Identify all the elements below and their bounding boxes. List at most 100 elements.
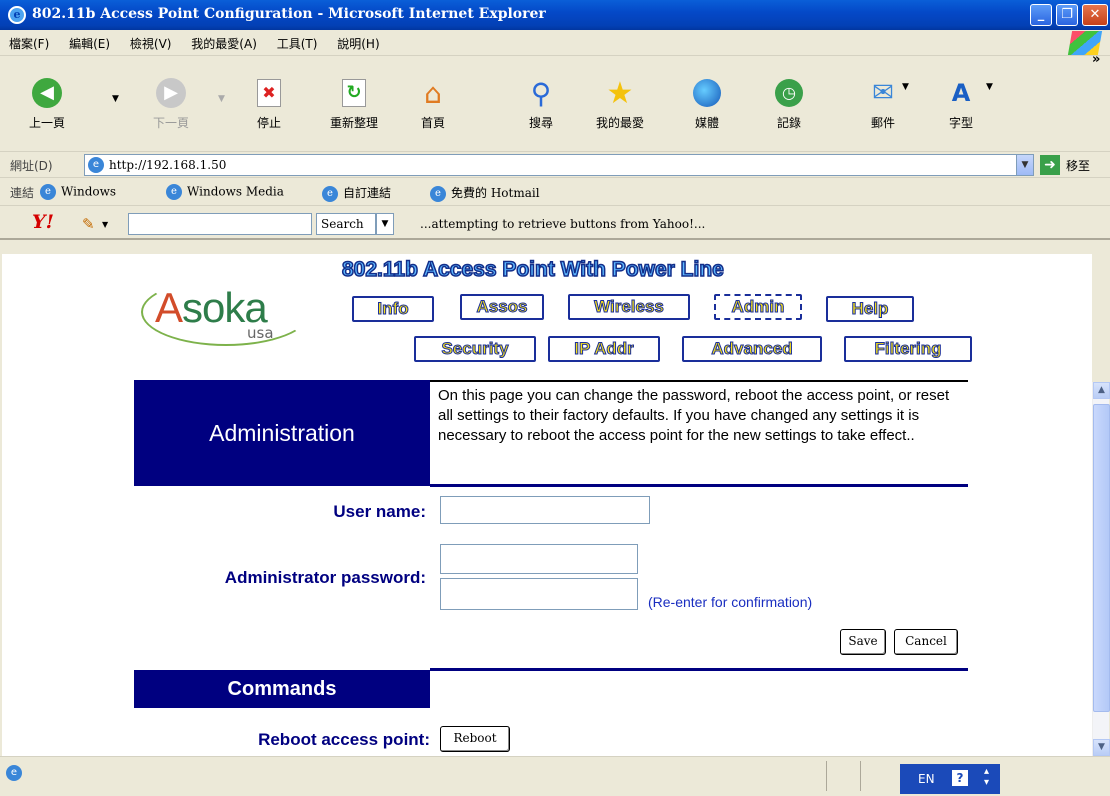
pencil-dropdown-icon[interactable]: ▼ [102, 220, 108, 229]
menu-view[interactable]: 檢視(V) [121, 30, 179, 52]
font-icon: A [951, 79, 971, 107]
media-icon [690, 76, 724, 110]
nav-wireless[interactable]: Wireless [568, 294, 690, 320]
stop-button[interactable]: ✖ 停止 [236, 76, 302, 131]
stop-icon: ✖ [252, 76, 286, 110]
commands-title: Commands [134, 670, 430, 708]
nav-security[interactable]: Security [414, 336, 536, 362]
ie-page-icon: e [166, 184, 182, 200]
nav-filtering[interactable]: Filtering [844, 336, 972, 362]
window-titlebar: e 802.11b Access Point Configuration - M… [0, 0, 1110, 30]
nav-ip-addr[interactable]: IP Addr [548, 336, 660, 362]
menu-bar: 檔案(F) 編輯(E) 檢視(V) 我的最愛(A) 工具(T) 說明(H) [0, 30, 1110, 56]
mail-dropdown-icon[interactable]: ▼ [902, 82, 909, 92]
nav-info[interactable]: Info [352, 296, 434, 322]
link-custom[interactable]: e 自訂連結 [322, 184, 391, 202]
favorites-button[interactable]: ★ 我的最愛 [580, 76, 660, 131]
go-arrow-icon[interactable]: ➜ [1040, 155, 1060, 175]
nav-advanced[interactable]: Advanced [682, 336, 822, 362]
nav-help[interactable]: Help [826, 296, 914, 322]
link-windows[interactable]: e Windows [40, 184, 116, 200]
logo-subtext: usa [247, 324, 274, 342]
ie-icon: e [8, 6, 26, 24]
home-icon: ⌂ [424, 76, 442, 110]
description-bottom-rule [430, 484, 968, 487]
password-confirm-field[interactable] [440, 578, 638, 610]
refresh-button[interactable]: ↻ 重新整理 [316, 76, 392, 131]
cancel-button[interactable]: Cancel [894, 629, 958, 655]
address-bar: 網址(D) e http://192.168.1.50 ▼ ➜ 移至 [0, 152, 1110, 178]
home-button[interactable]: ⌂ 首頁 [400, 76, 466, 131]
ie-page-icon: e [40, 184, 56, 200]
address-url: http://192.168.1.50 [109, 158, 227, 172]
link-windows-media[interactable]: e Windows Media [166, 184, 284, 200]
yahoo-search-button[interactable]: Search [316, 213, 376, 235]
font-button[interactable]: A 字型 [928, 76, 994, 131]
close-button[interactable]: ✕ [1082, 4, 1108, 26]
yahoo-toolbar: Y! ✎ ▼ Search ▼ ...attempting to retriev… [0, 206, 1110, 240]
links-label: 連結 [10, 186, 35, 200]
reenter-note: (Re-enter for confirmation) [648, 594, 813, 610]
language-bar[interactable]: EN ? ▴ ▾ [900, 764, 1000, 794]
page-status-icon: e [6, 765, 22, 781]
minimize-button[interactable]: _ [1030, 4, 1052, 26]
maximize-button[interactable]: ❐ [1056, 4, 1078, 26]
vertical-scrollbar[interactable]: ▲ ▼ [1092, 382, 1110, 756]
refresh-icon: ↻ [337, 76, 371, 110]
menu-help[interactable]: 說明(H) [328, 30, 386, 52]
username-label: User name: [333, 502, 426, 521]
save-button[interactable]: Save [840, 629, 886, 655]
yahoo-search-input[interactable] [128, 213, 312, 235]
address-label: 網址(D) [10, 159, 53, 173]
language-indicator[interactable]: EN [918, 772, 935, 786]
scroll-up-icon[interactable]: ▲ [1093, 382, 1110, 399]
back-button[interactable]: ◀ 上一頁 [14, 76, 80, 131]
description-top-rule [430, 380, 968, 382]
nav-assos[interactable]: Assos [460, 294, 544, 320]
history-icon: ◷ [772, 76, 806, 110]
reboot-label: Reboot access point: [258, 730, 430, 749]
status-divider [860, 761, 861, 791]
back-dropdown-icon[interactable]: ▼ [112, 94, 119, 104]
section-description: On this page you can change the password… [438, 387, 950, 444]
page-banner: 802.11b Access Point With Power Line [341, 257, 724, 282]
menu-favorites[interactable]: 我的最愛(A) [182, 30, 264, 52]
commands-rule [430, 668, 968, 671]
username-field[interactable] [440, 496, 650, 524]
scroll-thumb[interactable] [1093, 404, 1110, 712]
link-hotmail[interactable]: e 免費的 Hotmail [430, 184, 540, 202]
menu-edit[interactable]: 編輯(E) [60, 30, 117, 52]
page-content: Asoka usa 802.11b Access Point With Powe… [2, 254, 1092, 756]
address-input[interactable]: e http://192.168.1.50 ▼ [84, 154, 1034, 176]
search-icon: ⚲ [530, 76, 552, 110]
star-icon: ★ [606, 75, 634, 111]
window-title: 802.11b Access Point Configuration - Mic… [32, 6, 546, 22]
history-button[interactable]: ◷ 記錄 [756, 76, 822, 131]
yahoo-logo[interactable]: Y! [32, 211, 54, 233]
address-dropdown-icon[interactable]: ▼ [1016, 154, 1034, 176]
font-dropdown-icon[interactable]: ▼ [986, 82, 993, 92]
menu-tools[interactable]: 工具(T) [268, 30, 325, 52]
standard-toolbar: ◀ 上一頁 ▼ ▶ 下一頁 ▼ ✖ 停止 ↻ 重新整理 ⌂ 首頁 ⚲ 搜尋 ★ … [0, 52, 1110, 152]
forward-arrow-icon: ▶ [154, 76, 188, 110]
help-icon[interactable]: ? [952, 770, 968, 786]
menu-file[interactable]: 檔案(F) [0, 30, 56, 52]
yahoo-search-dropdown-icon[interactable]: ▼ [376, 213, 394, 235]
go-button[interactable]: 移至 [1066, 157, 1090, 174]
scroll-down-icon[interactable]: ▼ [1093, 739, 1110, 756]
password-label: Administrator password: [224, 568, 426, 587]
nav-admin[interactable]: Admin [714, 294, 802, 320]
asoka-logo: Asoka usa [137, 272, 327, 346]
reboot-button[interactable]: Reboot [440, 726, 510, 752]
forward-dropdown-icon[interactable]: ▼ [218, 94, 225, 104]
section-title: Administration [134, 380, 430, 486]
forward-button[interactable]: ▶ 下一頁 [138, 76, 204, 131]
password-field[interactable] [440, 544, 638, 574]
mail-icon: ✉ [872, 78, 894, 108]
search-button[interactable]: ⚲ 搜尋 [508, 76, 574, 131]
toolbar-overflow-icon[interactable]: » [1092, 52, 1100, 67]
pencil-icon[interactable]: ✎ [82, 215, 95, 233]
langbar-options-icon[interactable]: ▴ ▾ [984, 766, 989, 788]
media-button[interactable]: 媒體 [674, 76, 740, 131]
status-divider [826, 761, 827, 791]
